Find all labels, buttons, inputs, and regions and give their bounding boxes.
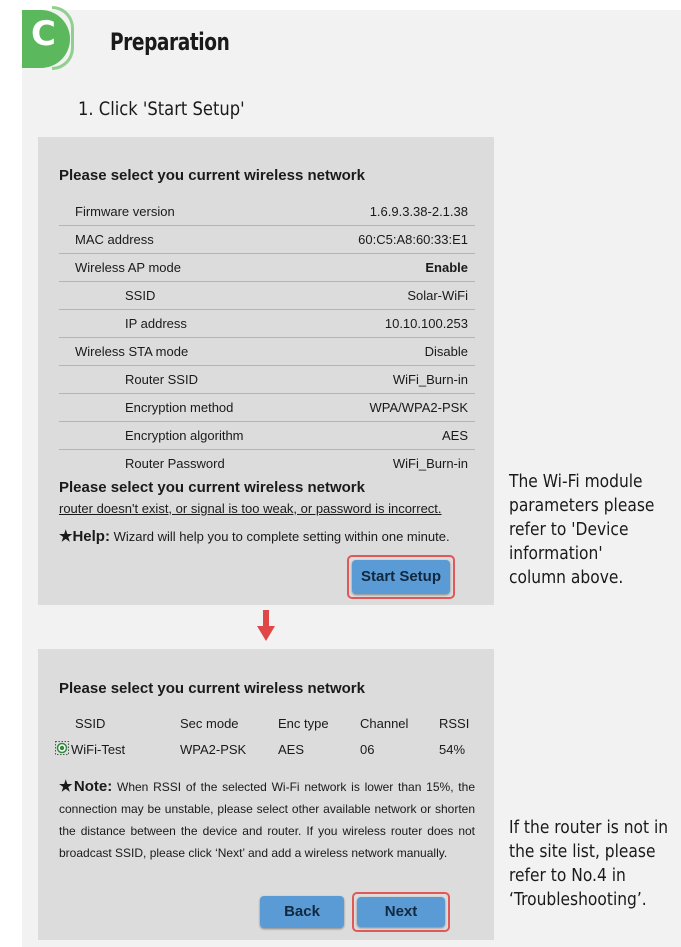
network-enc-type: AES: [278, 742, 305, 757]
note-text: ★Note: When RSSI of the selected Wi-Fi n…: [59, 776, 475, 864]
table-row: Encryption method WPA/WPA2-PSK: [59, 394, 475, 422]
row-value: Enable: [425, 260, 468, 275]
row-value: 60:C5:A8:60:33:E1: [358, 232, 468, 247]
row-value: Disable: [424, 344, 468, 359]
side-note-line: If the router is not in: [509, 817, 669, 838]
network-sec-mode: WPA2-PSK: [180, 742, 247, 757]
row-label: Firmware version: [75, 204, 175, 219]
table-row: Wireless AP mode Enable: [59, 254, 475, 282]
side-note-line: information': [509, 543, 603, 564]
note-description: When RSSI of the selected Wi-Fi network …: [59, 780, 475, 860]
side-note-troubleshooting: If the router is not in the site list, p…: [509, 816, 668, 912]
row-label: Router Password: [125, 456, 225, 471]
table-row: Firmware version 1.6.9.3.38-2.1.38: [59, 198, 475, 226]
section-letter: C: [31, 14, 56, 54]
row-label: SSID: [125, 288, 156, 303]
row-label: Router SSID: [125, 372, 198, 387]
row-value: WiFi_Burn-in: [392, 372, 468, 387]
side-note-line: parameters please: [509, 495, 655, 516]
row-value: AES: [441, 428, 468, 443]
panel2-heading: Please select you current wireless netwo…: [59, 680, 365, 697]
column-header-enc-type: Enc type: [278, 716, 329, 731]
device-info-table: Firmware version 1.6.9.3.38-2.1.38 MAC a…: [59, 198, 475, 477]
network-rssi: 54%: [439, 742, 466, 757]
column-header-ssid: SSID: [75, 716, 106, 731]
side-note-line: ‘Troubleshooting’.: [509, 889, 647, 910]
row-label: Wireless AP mode: [75, 260, 181, 275]
arrow-down-icon: [257, 610, 275, 641]
row-value: WiFi_Burn-in: [392, 456, 468, 471]
note-label: ★Note:: [59, 778, 113, 795]
row-value: WPA/WPA2-PSK: [369, 400, 468, 415]
help-text: ★Help: Wizard will help you to complete …: [59, 527, 450, 545]
panel1-heading: Please select you current wireless netwo…: [59, 167, 365, 184]
help-label: ★Help:: [59, 528, 110, 545]
network-channel: 06: [360, 742, 375, 757]
row-value: 1.6.9.3.38-2.1.38: [369, 204, 468, 219]
network-radio-button[interactable]: [55, 741, 69, 755]
table-row: MAC address 60:C5:A8:60:33:E1: [59, 226, 475, 254]
side-note-line: column above.: [509, 567, 624, 588]
error-message: router doesn't exist, or signal is too w…: [59, 501, 442, 516]
column-header-rssi: RSSI: [439, 716, 470, 731]
row-label: Encryption algorithm: [125, 428, 244, 443]
side-note-line: refer to 'Device: [509, 519, 629, 540]
row-label: IP address: [125, 316, 187, 331]
table-row: Wireless STA mode Disable: [59, 338, 475, 366]
table-row: Encryption algorithm AES: [59, 422, 475, 450]
table-row: Router Password WiFi_Burn-in: [59, 450, 475, 477]
next-button[interactable]: Next: [357, 897, 445, 927]
table-row: Router SSID WiFi_Burn-in: [59, 366, 475, 394]
side-note-line: the site list, please: [509, 841, 656, 862]
section-title: Preparation: [110, 28, 230, 56]
back-button[interactable]: Back: [260, 896, 344, 928]
column-header-sec-mode: Sec mode: [180, 716, 239, 731]
side-note-module-params: The Wi-Fi module parameters please refer…: [509, 470, 654, 590]
panel1-heading-2: Please select you current wireless netwo…: [59, 479, 365, 496]
table-row: SSID Solar-WiFi: [59, 282, 475, 310]
row-label: Encryption method: [125, 400, 234, 415]
help-description: Wizard will help you to complete setting…: [109, 529, 450, 544]
side-note-line: The Wi-Fi module: [509, 471, 643, 492]
start-setup-button[interactable]: Start Setup: [352, 560, 450, 594]
row-label: Wireless STA mode: [75, 344, 189, 359]
side-note-line: refer to No.4 in: [509, 865, 626, 886]
step-instruction: 1. Click 'Start Setup': [78, 98, 245, 120]
row-label: MAC address: [75, 232, 154, 247]
column-header-channel: Channel: [360, 716, 409, 731]
table-row: IP address 10.10.100.253: [59, 310, 475, 338]
row-value: Solar-WiFi: [407, 288, 468, 303]
row-value: 10.10.100.253: [384, 316, 468, 331]
network-ssid[interactable]: WiFi-Test: [71, 742, 125, 757]
